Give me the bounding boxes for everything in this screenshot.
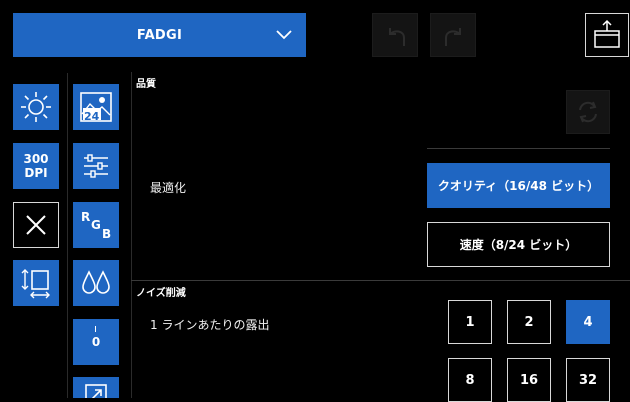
exposure-option-1[interactable]: 1 — [448, 300, 492, 344]
dpi-unit: DPI — [24, 166, 48, 180]
brightness-button[interactable] — [13, 84, 59, 130]
quality-divider — [427, 148, 610, 149]
drops-icon — [82, 270, 110, 294]
section-divider — [131, 280, 630, 281]
export-icon — [594, 19, 620, 48]
exposure-option-16[interactable]: 16 — [507, 358, 551, 402]
dpi-button[interactable]: 300 DPI — [13, 143, 59, 189]
exposure-option-label: 32 — [578, 372, 598, 388]
quality-option-label: クオリティ（16/48 ビット） — [437, 179, 600, 193]
rgb-r-label: R — [81, 210, 91, 224]
image-depth-label: 24 — [84, 110, 100, 123]
exposure-label: 1 ラインあたりの露出 — [150, 318, 270, 332]
chevron-down-icon — [276, 30, 292, 40]
offset-value: 0 — [91, 335, 101, 349]
preset-dropdown[interactable]: FADGI — [13, 13, 306, 57]
sliders-icon — [84, 154, 108, 178]
quality-section-title: 品質 — [136, 79, 156, 90]
export-button[interactable] — [585, 13, 629, 57]
noise-section-title: ノイズ削減 — [136, 288, 186, 299]
adjust-button[interactable] — [73, 143, 119, 189]
exposure-option-32[interactable]: 32 — [566, 358, 610, 402]
rgb-g-label: G — [91, 218, 101, 232]
preset-label: FADGI — [136, 27, 183, 43]
drops-button[interactable] — [73, 260, 119, 306]
redo-button[interactable] — [430, 13, 476, 57]
resize-button[interactable] — [13, 260, 59, 306]
redo-icon — [445, 28, 461, 46]
speed-option-label: 速度（8/24 ビット） — [459, 238, 578, 252]
rgb-b-label: B — [102, 227, 112, 241]
crop-button[interactable] — [73, 377, 119, 398]
exposure-option-2[interactable]: 2 — [507, 300, 551, 344]
optimize-label: 最適化 — [150, 181, 187, 195]
sun-icon — [21, 92, 51, 122]
exposure-option-8[interactable]: 8 — [448, 358, 492, 402]
image-depth-button[interactable]: 24 — [73, 84, 119, 130]
refresh-icon — [579, 101, 597, 123]
clear-button[interactable] — [13, 202, 59, 248]
undo-button[interactable] — [372, 13, 418, 57]
resize-icon — [21, 269, 50, 299]
close-icon — [26, 215, 46, 235]
exposure-option-label: 1 — [465, 314, 475, 330]
exposure-option-label: 8 — [465, 372, 475, 388]
undo-icon — [389, 28, 405, 46]
tool-column-divider — [67, 73, 68, 398]
dpi-value: 300 — [23, 152, 49, 166]
exposure-option-4[interactable]: 4 — [566, 300, 610, 344]
offset-button[interactable]: 0 — [73, 319, 119, 365]
exposure-option-label: 16 — [519, 372, 539, 388]
rgb-button[interactable]: R G B — [73, 202, 119, 248]
offset-tick — [95, 326, 96, 332]
quality-option-button[interactable]: クオリティ（16/48 ビット） — [427, 163, 610, 208]
exposure-option-label: 2 — [524, 314, 534, 330]
speed-option-button[interactable]: 速度（8/24 ビット） — [427, 222, 610, 267]
exposure-option-label: 4 — [583, 314, 593, 330]
refresh-button[interactable] — [566, 90, 610, 134]
crop-icon — [85, 384, 107, 398]
